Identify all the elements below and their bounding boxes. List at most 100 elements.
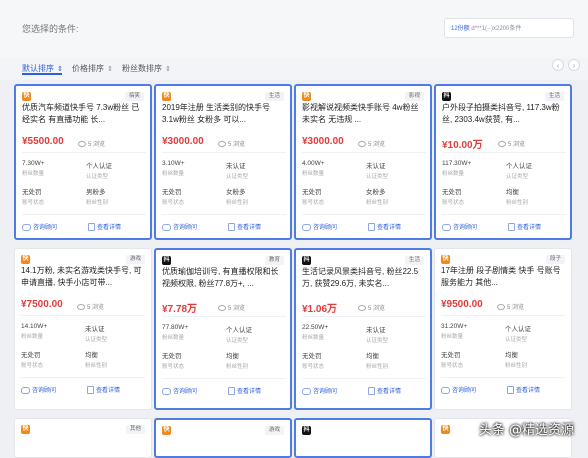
category-tag: 游戏 <box>125 255 145 264</box>
stat-item: 均衡 粉丝性别 <box>366 350 388 370</box>
sort-fans-label: 粉丝数排序 <box>122 64 162 73</box>
view-details-button[interactable]: 查看详情 <box>368 222 402 232</box>
sort-default-label: 默认排序 <box>22 64 54 73</box>
stat-caption: 账号状态 <box>302 364 325 370</box>
sort-fans[interactable]: 粉丝数排序 ⇕ <box>122 63 171 74</box>
stat-value: 117.30W+ <box>442 160 472 167</box>
document-icon <box>368 223 375 232</box>
divider <box>21 315 145 316</box>
stat-item: 7.30W+ 粉丝数量 <box>22 160 45 177</box>
divider <box>302 316 426 317</box>
stat-caption: 认证类型 <box>506 174 529 180</box>
consult-button[interactable]: 咨询顾问 <box>441 385 476 394</box>
listing-title[interactable]: 2019年注册 生活类别的快手号 3.1w粉丝 女粉多 可以... <box>162 102 286 126</box>
category-tag: 生活 <box>264 92 284 101</box>
chat-icon <box>442 223 451 231</box>
stat-value: 均衡 <box>226 353 239 360</box>
document-icon <box>228 387 235 396</box>
document-icon <box>507 386 514 395</box>
consult-button[interactable]: 咨询顾问 <box>162 222 197 231</box>
view-details-button[interactable]: 查看详情 <box>508 222 542 232</box>
listing-card[interactable]: 抖 <box>294 418 432 458</box>
listing-card[interactable]: 快 生活 2019年注册 生活类别的快手号 3.1w粉丝 女粉多 可以... ¥300… <box>154 84 292 240</box>
stat-value: 无处罚 <box>302 353 322 360</box>
stat-value: 31.20W+ <box>441 323 468 330</box>
view-count: 5 浏览 <box>218 139 245 148</box>
view-details-button[interactable]: 查看详情 <box>228 222 261 232</box>
view-details-label: 查看详情 <box>516 388 541 394</box>
stat-value: 无处罚 <box>442 189 462 196</box>
consult-button-label: 咨询顾问 <box>313 225 338 231</box>
platform-icon: 快 <box>162 92 171 101</box>
view-count-text: 5 浏览 <box>228 142 246 148</box>
category-tag: 搞笑 <box>124 92 144 101</box>
consult-button[interactable]: 咨询顾问 <box>302 222 337 231</box>
eye-icon <box>218 141 226 148</box>
stat-value: 无处罚 <box>162 353 182 360</box>
divider <box>302 214 426 215</box>
consult-button[interactable]: 咨询顾问 <box>302 386 337 395</box>
stat-item: 均衡 粉丝性别 <box>85 349 107 369</box>
stat-caption: 账号状态 <box>441 363 464 369</box>
view-details-button[interactable]: 查看详情 <box>507 385 541 395</box>
view-count-text: 5 浏览 <box>88 142 106 148</box>
consult-button-label: 咨询顾问 <box>173 389 198 395</box>
view-details-label: 查看详情 <box>517 225 542 231</box>
platform-icon: 快 <box>162 426 171 435</box>
consult-button[interactable]: 咨询顾问 <box>442 222 477 231</box>
sort-price[interactable]: 价格排序 ⇕ <box>72 63 113 74</box>
view-details-button[interactable]: 查看详情 <box>87 385 120 395</box>
listing-card[interactable]: 抖 教育 优质瑜伽培训号, 有直播权限和长视频权限, 粉丝77.8万+, ... ¥7… <box>154 248 292 410</box>
divider <box>22 214 146 215</box>
divider <box>302 378 426 379</box>
stat-caption: 粉丝性别 <box>226 200 249 206</box>
view-details-label: 查看详情 <box>377 225 402 231</box>
listing-title[interactable]: 优质汽车频道快手号 7.3w粉丝 已经实名 有直播功能 长... <box>22 102 146 126</box>
view-details-button[interactable]: 查看详情 <box>368 386 401 396</box>
prev-page-button[interactable]: ‹ <box>552 59 564 71</box>
listing-card[interactable]: 抖 生活 生活记录风景类抖音号, 粉丝22.5万, 获赞29.6万, 未实名... ¥… <box>294 248 432 410</box>
platform-icon: 快 <box>302 92 311 101</box>
listing-card[interactable]: 抖 生活 户外段子拍摄类抖音号, 117.3w粉丝, 2303.4w获赞, 有...… <box>434 84 572 240</box>
platform-icon: 抖 <box>302 256 311 265</box>
listing-title[interactable]: 17年注册 段子剧情类 快手 号账号 服务能力 其他... <box>441 265 565 289</box>
stat-item: 未认证 认证类型 <box>366 324 388 344</box>
listing-card[interactable]: 快 游戏 14.1万粉, 未实名游戏类快手号, 可申请直播, 快手小店可带... ¥7… <box>14 248 152 410</box>
document-icon <box>228 223 235 232</box>
view-details-button[interactable]: 查看详情 <box>228 386 261 396</box>
listing-title[interactable]: 影视解说视频类快手账号 4w粉丝 未实名 无违规 ... <box>302 102 426 126</box>
stat-caption: 粉丝数量 <box>22 171 45 177</box>
divider <box>441 315 565 316</box>
consult-button[interactable]: 咨询顾问 <box>162 386 197 395</box>
listing-card[interactable]: 快 段子 17年注册 段子剧情类 快手 号账号 服务能力 其他... ¥9500.00… <box>434 248 572 410</box>
document-icon <box>368 387 375 396</box>
eye-icon <box>77 304 85 311</box>
listing-card[interactable]: 快 游戏 <box>154 418 292 458</box>
listing-card[interactable]: 快 其他 <box>14 418 152 458</box>
sort-active-underline <box>22 73 62 75</box>
listing-title[interactable]: 生活记录风景类抖音号, 粉丝22.5万, 获赞29.6万, 未实名... <box>302 266 426 290</box>
stat-value: 均衡 <box>85 352 98 359</box>
listing-title[interactable]: 户外段子拍摄类抖音号, 117.3w粉丝, 2303.4w获赞, 有... <box>442 102 566 126</box>
listing-card[interactable]: 快 影视 影视解说视频类快手账号 4w粉丝 未实名 无违规 ... ¥3000.00 5… <box>294 84 432 240</box>
stat-value: 14.10W+ <box>21 323 48 330</box>
stat-item: 无处罚 账号状态 <box>441 349 463 369</box>
selected-conditions-label: 您选择的条件: <box>22 24 79 34</box>
consult-button[interactable]: 咨询顾问 <box>21 385 56 394</box>
divider <box>21 377 145 378</box>
filter-summary[interactable]: 12份额 d***1(··)x2200条件 <box>444 18 574 38</box>
listing-card[interactable]: 快 搞笑 优质汽车频道快手号 7.3w粉丝 已经实名 有直播功能 长... ¥5500… <box>14 84 152 240</box>
filter-bar: 您选择的条件: 12份额 d***1(··)x2200条件 <box>0 0 588 59</box>
divider <box>162 316 286 317</box>
stat-item: 77.80W+ 粉丝数量 <box>162 324 188 341</box>
next-page-button[interactable]: › <box>568 59 580 71</box>
view-details-button[interactable]: 查看详情 <box>88 222 122 232</box>
stat-item: 4.00W+ 粉丝数量 <box>302 160 325 177</box>
listing-title[interactable]: 优质瑜伽培训号, 有直播权限和长视频权限, 粉丝77.8万+, ... <box>162 266 286 290</box>
view-details-label: 查看详情 <box>97 225 122 231</box>
stat-value: 无处罚 <box>441 352 461 359</box>
consult-button[interactable]: 咨询顾问 <box>22 222 57 231</box>
stat-value: 3.10W+ <box>162 160 185 167</box>
listing-title[interactable]: 14.1万粉, 未实名游戏类快手号, 可申请直播, 快手小店可带... <box>21 265 145 289</box>
view-count: 5 浏览 <box>358 139 385 148</box>
